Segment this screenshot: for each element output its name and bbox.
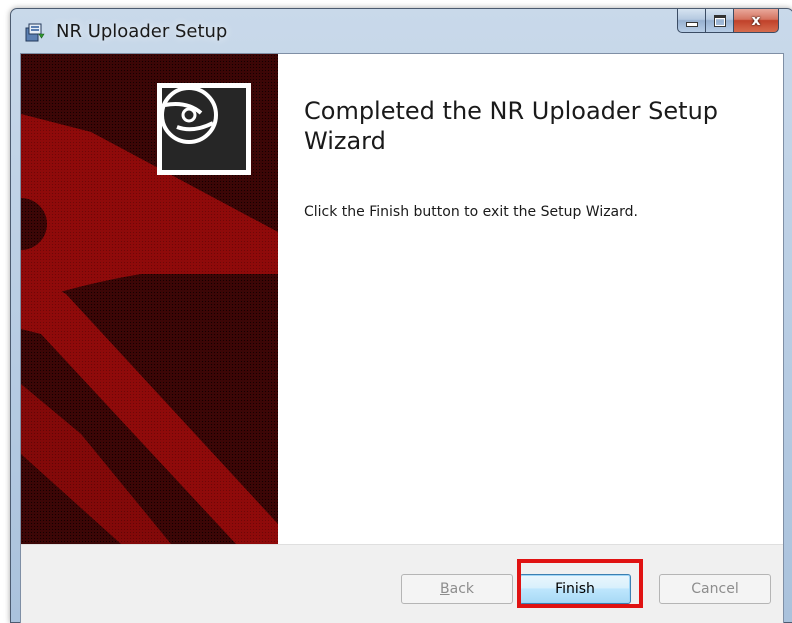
title-bar[interactable]: NR Uploader Setup x [11, 9, 792, 53]
window-title: NR Uploader Setup [56, 21, 228, 42]
wizard-heading: Completed the NR Uploader Setup Wizard [304, 97, 719, 155]
wizard-content: Completed the NR Uploader Setup Wizard C… [278, 54, 783, 544]
cd-frame [157, 83, 251, 175]
finish-button[interactable]: Finish [519, 574, 631, 604]
wizard-client-area: Completed the NR Uploader Setup Wizard C… [20, 53, 784, 623]
cancel-button[interactable]: Cancel [659, 574, 771, 604]
back-button-mnemonic: B [440, 581, 450, 597]
caption-buttons: x [677, 9, 779, 34]
minimize-button[interactable] [677, 9, 705, 33]
wizard-message: Click the Finish button to exit the Setu… [304, 204, 638, 220]
back-button-label: ack [449, 581, 474, 597]
maximize-button[interactable] [705, 9, 733, 33]
maximize-icon [713, 14, 726, 27]
wizard-banner [21, 54, 278, 544]
installer-window: NR Uploader Setup x Completed the NR Upl… [10, 8, 792, 623]
close-button[interactable]: x [733, 9, 779, 33]
installer-icon[interactable] [25, 22, 45, 42]
button-bar: Back Finish Cancel [21, 544, 783, 623]
minimize-icon [685, 22, 698, 27]
back-button[interactable]: Back [401, 574, 513, 604]
cd-disc-icon [160, 86, 246, 170]
close-icon: x [751, 12, 761, 29]
